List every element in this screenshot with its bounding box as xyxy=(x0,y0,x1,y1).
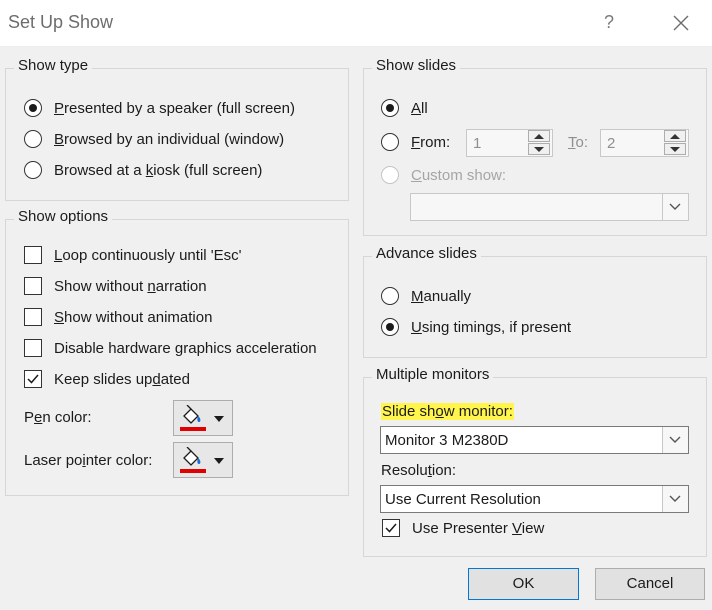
monitor-selected-value: Monitor 3 M2380D xyxy=(385,432,509,449)
show-slides-legend: Show slides xyxy=(372,57,461,74)
radio-presented-by-speaker[interactable]: Presented by a speaker (full screen) xyxy=(24,99,295,117)
to-slide-value: 2 xyxy=(607,135,616,152)
spinner-down-button[interactable] xyxy=(664,143,686,155)
cancel-button[interactable]: Cancel xyxy=(595,568,705,600)
show-options-legend: Show options xyxy=(14,208,113,225)
dropdown-button[interactable] xyxy=(662,427,688,453)
title-bar: Set Up Show ? xyxy=(0,0,712,47)
resolution-dropdown[interactable]: Use Current Resolution xyxy=(380,485,689,513)
pen-color-button[interactable] xyxy=(173,400,233,436)
chevron-down-icon xyxy=(669,436,681,443)
checkbox-indicator[interactable] xyxy=(24,308,42,326)
checkmark-icon xyxy=(385,523,397,533)
radio-custom-show[interactable]: Custom show: xyxy=(381,166,506,184)
laser-color-swatch xyxy=(180,469,206,473)
radio-indicator[interactable] xyxy=(24,130,42,148)
checkbox-loop-continuously[interactable]: Loop continuously until 'Esc' xyxy=(24,246,242,264)
custom-show-dropdown[interactable] xyxy=(410,193,689,221)
highlight-mark: Slide show monitor: xyxy=(381,403,514,420)
radio-browsed-by-individual[interactable]: Browsed by an individual (window) xyxy=(24,130,284,148)
pen-color-swatch xyxy=(180,427,206,431)
checkbox-without-animation[interactable]: Show without animation xyxy=(24,308,212,326)
checkbox-keep-slides-updated[interactable]: Keep slides updated xyxy=(24,370,190,388)
chevron-down-icon xyxy=(534,147,544,152)
dropdown-button[interactable] xyxy=(662,194,688,220)
window-title: Set Up Show xyxy=(8,12,114,32)
checkbox-without-narration[interactable]: Show without narration xyxy=(24,277,207,295)
radio-from-slides[interactable]: From: xyxy=(381,133,450,151)
laser-pointer-color-label: Laser pointer color: xyxy=(24,452,153,469)
checkbox-indicator[interactable] xyxy=(24,370,42,388)
to-label: To: xyxy=(568,134,589,151)
multiple-monitors-legend: Multiple monitors xyxy=(372,366,494,383)
spinner-up-button[interactable] xyxy=(528,130,550,142)
checkmark-icon xyxy=(27,374,39,384)
spinner-down-button[interactable] xyxy=(528,143,550,155)
advance-slides-group: Advance slides xyxy=(363,245,707,358)
chevron-down-icon xyxy=(214,458,224,464)
radio-all-slides[interactable]: All xyxy=(381,99,428,117)
from-slide-value: 1 xyxy=(473,135,482,152)
advance-slides-legend: Advance slides xyxy=(372,245,481,262)
radio-indicator[interactable] xyxy=(381,133,399,151)
ok-button[interactable]: OK xyxy=(468,568,579,600)
radio-indicator[interactable] xyxy=(381,99,399,117)
close-icon[interactable] xyxy=(670,12,692,34)
chevron-up-icon xyxy=(534,134,544,139)
checkbox-indicator[interactable] xyxy=(24,277,42,295)
chevron-down-icon xyxy=(669,203,681,210)
checkbox-disable-hw-acceleration[interactable]: Disable hardware graphics acceleration xyxy=(24,339,317,357)
radio-using-timings[interactable]: Using timings, if present xyxy=(381,318,571,336)
chevron-down-icon xyxy=(670,147,680,152)
radio-indicator[interactable] xyxy=(381,318,399,336)
chevron-up-icon xyxy=(670,134,680,139)
radio-manually[interactable]: Manually xyxy=(381,287,471,305)
from-slide-spinner[interactable]: 1 xyxy=(466,129,553,157)
checkbox-indicator[interactable] xyxy=(382,519,400,537)
checkbox-indicator[interactable] xyxy=(24,339,42,357)
radio-indicator[interactable] xyxy=(24,99,42,117)
resolution-label: Resolution: xyxy=(381,462,457,479)
radio-browsed-at-kiosk[interactable]: Browsed at a kiosk (full screen) xyxy=(24,161,262,179)
pen-color-label: Pen color: xyxy=(24,409,92,426)
slide-show-monitor-label: Slide show monitor: xyxy=(381,403,514,420)
checkbox-use-presenter-view[interactable]: Use Presenter View xyxy=(382,519,544,537)
checkbox-indicator[interactable] xyxy=(24,246,42,264)
radio-indicator[interactable] xyxy=(24,161,42,179)
help-button[interactable]: ? xyxy=(604,12,614,33)
chevron-down-icon xyxy=(214,416,224,422)
dropdown-button[interactable] xyxy=(662,486,688,512)
chevron-down-icon xyxy=(669,495,681,502)
radio-indicator[interactable] xyxy=(381,287,399,305)
spinner-up-button[interactable] xyxy=(664,130,686,142)
slide-show-monitor-dropdown[interactable]: Monitor 3 M2380D xyxy=(380,426,689,454)
show-type-legend: Show type xyxy=(14,57,93,74)
resolution-selected-value: Use Current Resolution xyxy=(385,491,541,508)
to-slide-spinner[interactable]: 2 xyxy=(600,129,689,157)
radio-indicator[interactable] xyxy=(381,166,399,184)
laser-pointer-color-button[interactable] xyxy=(173,442,233,478)
